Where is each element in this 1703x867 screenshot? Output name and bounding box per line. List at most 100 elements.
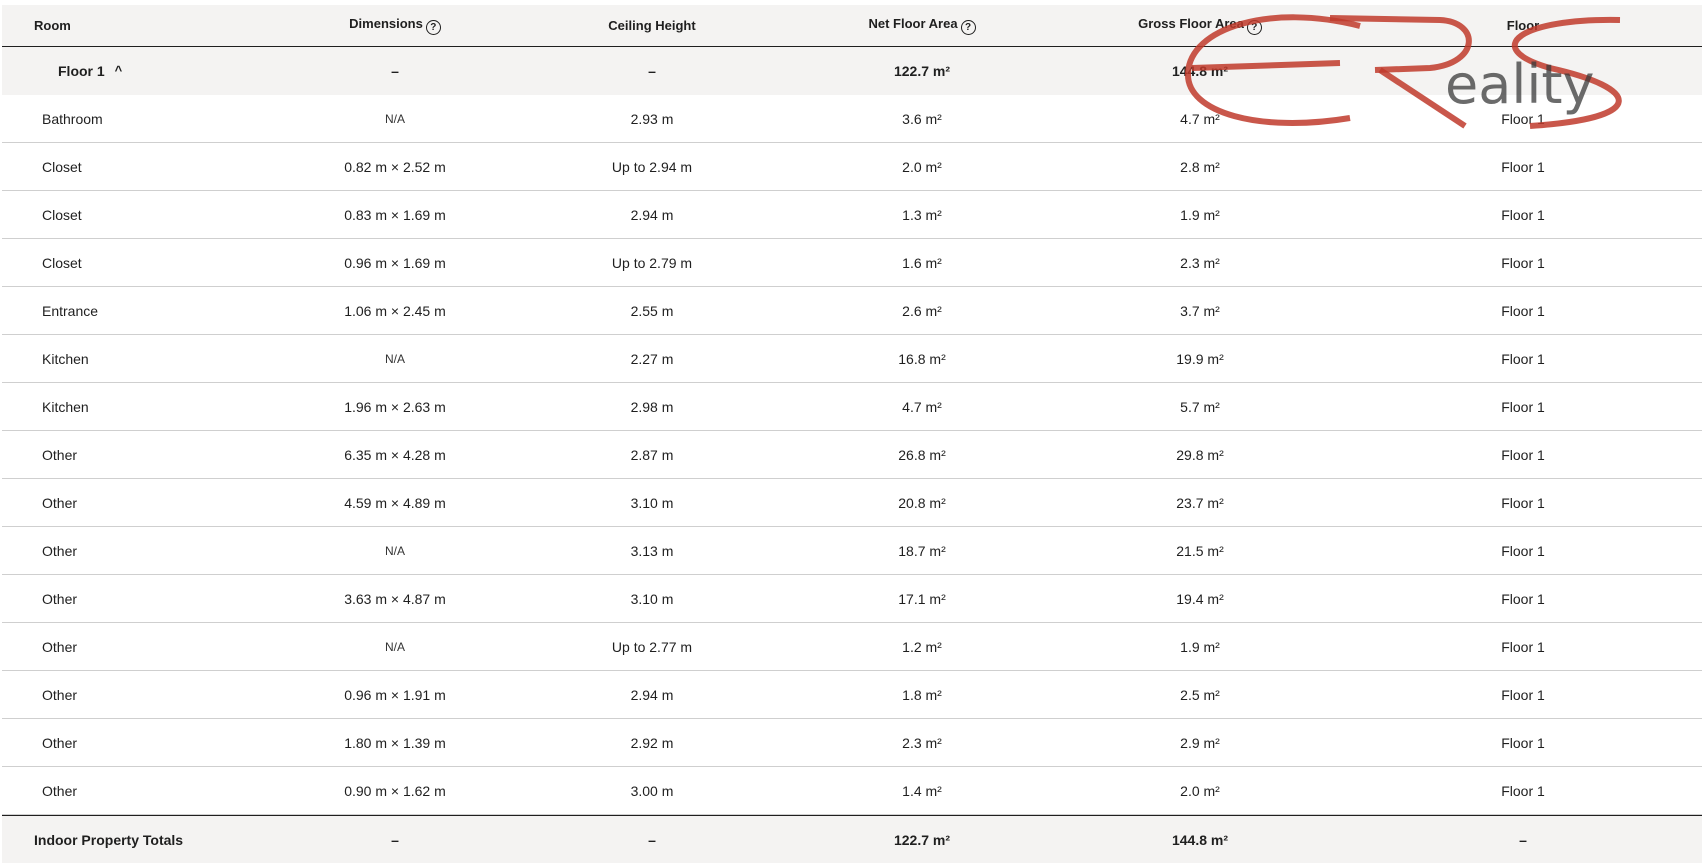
- floor-group-row[interactable]: Floor 1 ^ – – 122.7 m² 144.8 m²: [2, 47, 1702, 95]
- cell-net: 18.7 m²: [898, 542, 946, 559]
- table-row: Closet 0.96 m × 1.69 m Up to 2.79 m 1.6 m² 2…: [2, 239, 1702, 287]
- cell-room: Bathroom: [42, 110, 103, 127]
- table-row: Kitchen 1.96 m × 2.63 m 2.98 m 4.7 m² 5.7 m²…: [2, 383, 1702, 431]
- cell-net: 2.3 m²: [902, 734, 942, 751]
- table-row: Other N/A 3.13 m 18.7 m² 21.5 m² Floor 1: [2, 527, 1702, 575]
- group-net-area: 122.7 m²: [893, 63, 951, 79]
- cell-net: 3.6 m²: [902, 110, 942, 127]
- cell-net: 2.6 m²: [902, 302, 942, 319]
- cell-gross: 2.5 m²: [1180, 686, 1220, 703]
- cell-room: Closet: [42, 158, 82, 175]
- cell-dimensions: 1.96 m × 2.63 m: [344, 398, 446, 415]
- help-icon[interactable]: ?: [425, 20, 441, 35]
- cell-room: Other: [42, 638, 78, 655]
- cell-gross: 2.8 m²: [1180, 158, 1220, 175]
- cell-ceiling: 2.27 m: [630, 350, 674, 367]
- cell-room: Other: [42, 494, 78, 511]
- cell-ceiling: 2.94 m: [630, 206, 674, 223]
- table-row: Kitchen N/A 2.27 m 16.8 m² 19.9 m² Floor 1: [2, 335, 1702, 383]
- table-row: Closet 0.83 m × 1.69 m 2.94 m 1.3 m² 1.9 m² F…: [2, 191, 1702, 239]
- table-row: Other 1.80 m × 1.39 m 2.92 m 2.3 m² 2.9 m² Fl…: [2, 719, 1702, 767]
- group-gross-area: 144.8 m²: [1171, 63, 1229, 79]
- cell-dimensions: 0.96 m × 1.69 m: [344, 254, 446, 271]
- help-icon[interactable]: ?: [960, 20, 976, 35]
- cell-floor: Floor 1: [1501, 686, 1545, 703]
- cell-gross: 3.7 m²: [1180, 302, 1220, 319]
- table-row: Bathroom N/A 2.93 m 3.6 m² 4.7 m² Floor 1: [2, 95, 1702, 143]
- cell-dimensions: 4.59 m × 4.89 m: [344, 494, 446, 511]
- cell-net: 17.1 m²: [898, 590, 946, 607]
- cell-dimensions: 0.96 m × 1.91 m: [344, 686, 446, 703]
- cell-floor: Floor 1: [1501, 638, 1545, 655]
- cell-net: 1.2 m²: [902, 638, 942, 655]
- cell-dimensions: 1.06 m × 2.45 m: [344, 302, 446, 319]
- rooms-table: Room Dimensions? Ceiling Height Net Floo…: [2, 5, 1702, 863]
- cell-dimensions: N/A: [384, 351, 405, 366]
- cell-room: Other: [42, 734, 78, 751]
- cell-gross: 21.5 m²: [1176, 542, 1224, 559]
- cell-dimensions: 1.80 m × 1.39 m: [344, 734, 446, 751]
- totals-row: Indoor Property Totals – – 122.7 m² 144.…: [2, 815, 1702, 863]
- cell-room: Entrance: [42, 302, 99, 319]
- cell-net: 1.6 m²: [902, 254, 942, 271]
- cell-floor: Floor 1: [1501, 398, 1545, 415]
- table-row: Other 3.63 m × 4.87 m 3.10 m 17.1 m² 19.4 m²…: [2, 575, 1702, 623]
- cell-ceiling: Up to 2.79 m: [611, 254, 693, 271]
- cell-room: Other: [42, 446, 78, 463]
- totals-label: Indoor Property Totals: [34, 831, 184, 848]
- cell-net: 26.8 m²: [898, 446, 946, 463]
- table-row: Other 4.59 m × 4.89 m 3.10 m 20.8 m² 23.7 m²…: [2, 479, 1702, 527]
- cell-ceiling: 2.94 m: [630, 686, 674, 703]
- cell-floor: Floor 1: [1501, 254, 1545, 271]
- table-header: Room Dimensions? Ceiling Height Net Floo…: [2, 5, 1702, 47]
- cell-ceiling: 3.10 m: [630, 590, 674, 607]
- table-row: Other 0.90 m × 1.62 m 3.00 m 1.4 m² 2.0 m² Fl…: [2, 767, 1702, 815]
- cell-gross: 4.7 m²: [1180, 110, 1220, 127]
- cell-room: Other: [42, 542, 78, 559]
- column-header-gross: Gross Floor Area?: [1056, 16, 1344, 35]
- cell-room: Kitchen: [42, 350, 89, 367]
- cell-ceiling: 3.13 m: [630, 542, 674, 559]
- cell-dimensions: 0.83 m × 1.69 m: [344, 206, 446, 223]
- column-header-gross-label: Gross Floor Area: [1138, 16, 1244, 31]
- cell-ceiling: 3.00 m: [630, 782, 674, 799]
- chevron-up-icon[interactable]: ^: [115, 63, 123, 78]
- cell-net: 16.8 m²: [898, 350, 946, 367]
- cell-ceiling: 2.55 m: [630, 302, 674, 319]
- cell-dimensions: N/A: [384, 111, 405, 126]
- cell-gross: 19.9 m²: [1176, 350, 1224, 367]
- totals-ceiling: –: [648, 831, 656, 848]
- column-header-ceiling: Ceiling Height: [608, 18, 696, 33]
- table-row: Entrance 1.06 m × 2.45 m 2.55 m 2.6 m² 3.7 m…: [2, 287, 1702, 335]
- group-ceiling: –: [648, 63, 656, 79]
- cell-ceiling: 2.93 m: [630, 110, 674, 127]
- cell-net: 1.4 m²: [902, 782, 942, 799]
- cell-gross: 29.8 m²: [1176, 446, 1224, 463]
- cell-ceiling: Up to 2.94 m: [611, 158, 693, 175]
- cell-dimensions: 6.35 m × 4.28 m: [344, 446, 446, 463]
- cell-net: 1.8 m²: [902, 686, 942, 703]
- cell-net: 4.7 m²: [902, 398, 942, 415]
- column-header-net-label: Net Floor Area: [868, 16, 958, 31]
- table-row: Other N/A Up to 2.77 m 1.2 m² 1.9 m² Floor 1: [2, 623, 1702, 671]
- cell-ceiling: 2.87 m: [630, 446, 674, 463]
- totals-net-area: 122.7 m²: [893, 831, 951, 848]
- totals-gross-area: 144.8 m²: [1171, 831, 1229, 848]
- cell-floor: Floor 1: [1501, 590, 1545, 607]
- cell-room: Closet: [42, 206, 82, 223]
- cell-dimensions: 0.82 m × 2.52 m: [344, 158, 446, 175]
- cell-floor: Floor 1: [1501, 446, 1545, 463]
- cell-dimensions: 3.63 m × 4.87 m: [344, 590, 446, 607]
- floor-group-toggle[interactable]: Floor 1 ^: [2, 63, 274, 79]
- group-dimensions: –: [391, 63, 399, 79]
- table-row: Other 0.96 m × 1.91 m 2.94 m 1.8 m² 2.5 m² Fl…: [2, 671, 1702, 719]
- cell-floor: Floor 1: [1501, 350, 1545, 367]
- cell-dimensions: 0.90 m × 1.62 m: [344, 782, 446, 799]
- cell-ceiling: 3.10 m: [630, 494, 674, 511]
- cell-floor: Floor 1: [1501, 302, 1545, 319]
- cell-ceiling: 2.98 m: [630, 398, 674, 415]
- cell-gross: 1.9 m²: [1180, 206, 1220, 223]
- totals-dimensions: –: [391, 831, 399, 848]
- help-icon[interactable]: ?: [1246, 20, 1262, 35]
- cell-gross: 23.7 m²: [1176, 494, 1224, 511]
